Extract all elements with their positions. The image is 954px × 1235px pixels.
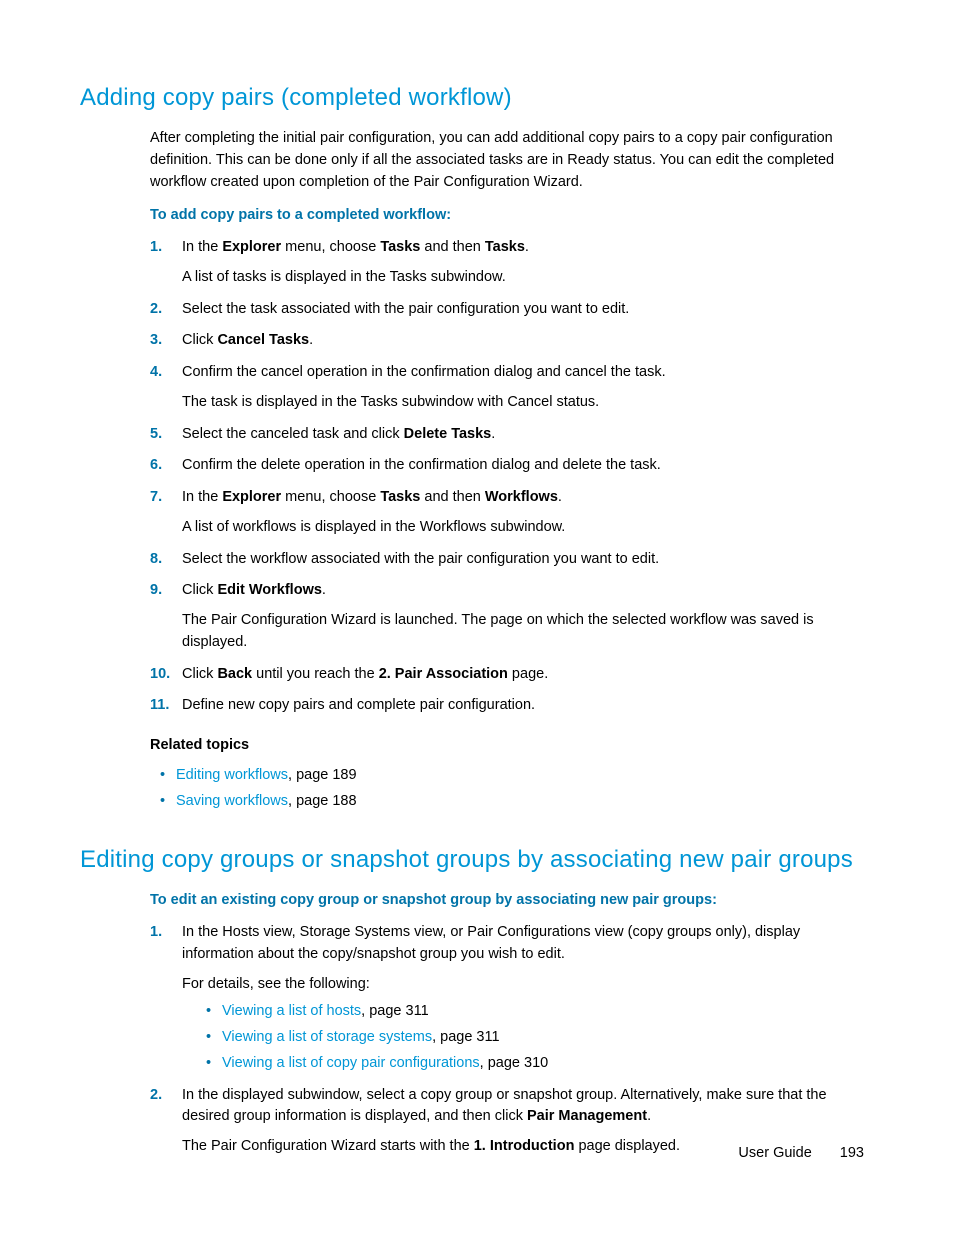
page-ref: , page 189 <box>288 767 357 783</box>
text: . <box>491 426 495 442</box>
text: In the Hosts view, Storage Systems view,… <box>182 924 800 962</box>
sub-bullets: Viewing a list of hosts, page 311 Viewin… <box>200 1001 864 1074</box>
text: In the <box>182 489 222 505</box>
step-3: Click Cancel Tasks. <box>150 330 864 352</box>
back: Back <box>217 666 252 682</box>
tasks: Tasks <box>380 239 420 255</box>
tasks: Tasks <box>485 239 525 255</box>
link-editing-workflows[interactable]: Editing workflows <box>176 767 288 783</box>
page-footer: User Guide 193 <box>738 1143 864 1165</box>
pair-association: 2. Pair Association <box>379 666 508 682</box>
text: . <box>322 582 326 598</box>
text: page displayed. <box>574 1138 680 1154</box>
related-topics-list: Editing workflows, page 189 Saving workf… <box>154 765 864 813</box>
text: page. <box>508 666 548 682</box>
sub-bullet: Viewing a list of copy pair configuratio… <box>200 1053 864 1075</box>
page-ref: , page 188 <box>288 793 357 809</box>
delete-tasks: Delete Tasks <box>404 426 492 442</box>
section-heading-adding-copy-pairs: Adding copy pairs (completed workflow) <box>80 80 864 116</box>
text: and then <box>420 239 485 255</box>
footer-label: User Guide <box>738 1145 811 1161</box>
explorer: Explorer <box>222 489 281 505</box>
text: Click <box>182 332 217 348</box>
step-6: Confirm the delete operation in the conf… <box>150 455 864 477</box>
step-1: In the Explorer menu, choose Tasks and t… <box>150 237 864 289</box>
text: The Pair Configuration Wizard starts wit… <box>182 1138 474 1154</box>
step-4: Confirm the cancel operation in the conf… <box>150 362 864 414</box>
introduction: 1. Introduction <box>474 1138 575 1154</box>
sub-bullet: Viewing a list of hosts, page 311 <box>200 1001 864 1023</box>
section-body: After completing the initial pair config… <box>150 128 864 812</box>
page-number: 193 <box>840 1145 864 1161</box>
text: In the displayed subwindow, select a cop… <box>182 1087 827 1125</box>
text: menu, choose <box>281 489 380 505</box>
edit-workflows: Edit Workflows <box>217 582 321 598</box>
page-ref: , page 311 <box>432 1029 499 1045</box>
link-viewing-storage-systems[interactable]: Viewing a list of storage systems <box>222 1029 432 1045</box>
text: Confirm the cancel operation in the conf… <box>182 364 666 380</box>
procedure-steps: In the Hosts view, Storage Systems view,… <box>150 922 864 1158</box>
procedure-heading: To add copy pairs to a completed workflo… <box>150 205 864 227</box>
text: and then <box>420 489 485 505</box>
related-item: Editing workflows, page 189 <box>154 765 864 787</box>
workflows: Workflows <box>485 489 558 505</box>
text: In the <box>182 239 222 255</box>
tasks: Tasks <box>380 489 420 505</box>
text: . <box>558 489 562 505</box>
cancel-tasks: Cancel Tasks <box>217 332 309 348</box>
document-page: Adding copy pairs (completed workflow) A… <box>0 0 954 1235</box>
step-1: In the Hosts view, Storage Systems view,… <box>150 922 864 1075</box>
text: Select the canceled task and click <box>182 426 404 442</box>
page-ref: , page 310 <box>480 1055 549 1071</box>
step-9: Click Edit Workflows. The Pair Configura… <box>150 580 864 653</box>
step-5: Select the canceled task and click Delet… <box>150 424 864 446</box>
step-subtext: For details, see the following: <box>182 974 864 996</box>
text: . <box>309 332 313 348</box>
procedure-steps: In the Explorer menu, choose Tasks and t… <box>150 237 864 717</box>
related-item: Saving workflows, page 188 <box>154 791 864 813</box>
step-subtext: A list of workflows is displayed in the … <box>182 517 864 539</box>
procedure-heading: To edit an existing copy group or snapsh… <box>150 890 864 912</box>
section-heading-editing-copy-groups: Editing copy groups or snapshot groups b… <box>80 842 864 878</box>
sub-bullet: Viewing a list of storage systems, page … <box>200 1027 864 1049</box>
intro-paragraph: After completing the initial pair config… <box>150 128 864 193</box>
section-body: To edit an existing copy group or snapsh… <box>150 890 864 1158</box>
step-11: Define new copy pairs and complete pair … <box>150 695 864 717</box>
explorer: Explorer <box>222 239 281 255</box>
text: until you reach the <box>252 666 379 682</box>
link-viewing-copy-pair-configs[interactable]: Viewing a list of copy pair configuratio… <box>222 1055 480 1071</box>
related-topics-heading: Related topics <box>150 735 864 757</box>
step-7: In the Explorer menu, choose Tasks and t… <box>150 487 864 539</box>
text: Click <box>182 582 217 598</box>
link-saving-workflows[interactable]: Saving workflows <box>176 793 288 809</box>
step-subtext: The task is displayed in the Tasks subwi… <box>182 392 864 414</box>
step-subtext: The Pair Configuration Wizard is launche… <box>182 610 864 654</box>
step-subtext: A list of tasks is displayed in the Task… <box>182 267 864 289</box>
step-8: Select the workflow associated with the … <box>150 549 864 571</box>
step-10: Click Back until you reach the 2. Pair A… <box>150 664 864 686</box>
text: . <box>525 239 529 255</box>
text: Click <box>182 666 217 682</box>
step-2: Select the task associated with the pair… <box>150 299 864 321</box>
page-ref: , page 311 <box>361 1003 428 1019</box>
link-viewing-hosts[interactable]: Viewing a list of hosts <box>222 1003 361 1019</box>
pair-management: Pair Management <box>527 1108 647 1124</box>
text: . <box>647 1108 651 1124</box>
text: menu, choose <box>281 239 380 255</box>
